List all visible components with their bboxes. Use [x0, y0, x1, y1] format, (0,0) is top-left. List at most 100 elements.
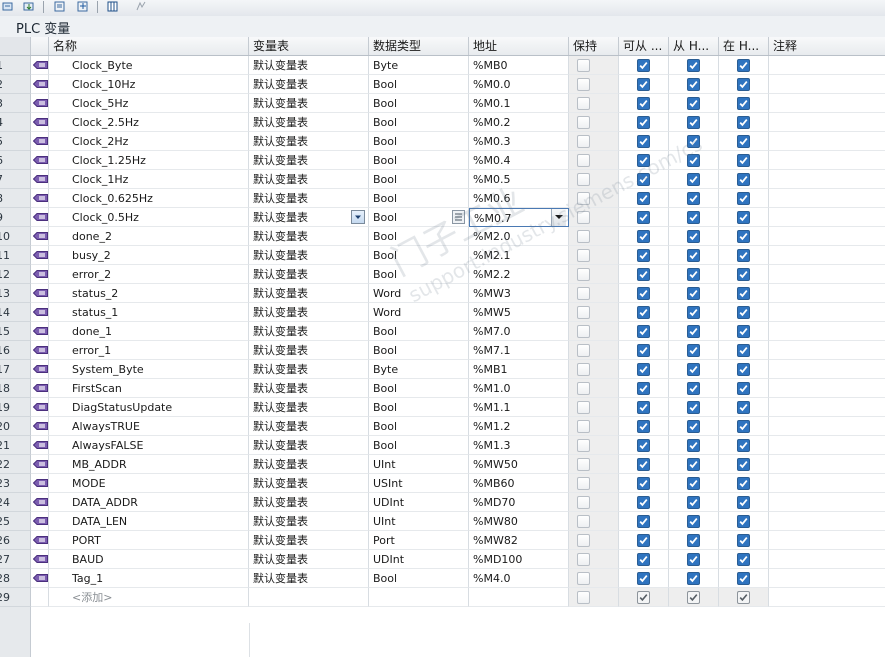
accessible-checkbox[interactable] [637, 344, 650, 357]
writable-checkbox[interactable] [687, 78, 700, 91]
visible-checkbox[interactable] [737, 78, 750, 91]
table-row[interactable]: 17 System_Byte默认变量表Byte%MB1 [0, 360, 885, 379]
data-type-cell[interactable]: Bool [369, 151, 469, 170]
tag-table-cell[interactable]: 默认变量表 [249, 322, 369, 341]
header-comment[interactable]: 注释 [769, 37, 885, 55]
add-tag-icon[interactable] [1, 0, 15, 12]
comment-cell[interactable] [769, 265, 885, 284]
tag-table-cell[interactable]: 默认变量表 [249, 227, 369, 246]
visible-checkbox[interactable] [737, 230, 750, 243]
comment-cell[interactable] [769, 246, 885, 265]
tag-name[interactable]: Clock_1Hz [49, 170, 249, 189]
visible-checkbox[interactable] [737, 477, 750, 490]
data-type-cell[interactable]: UDInt [369, 493, 469, 512]
tag-table-cell[interactable]: 默认变量表 [249, 360, 369, 379]
retain-checkbox[interactable] [577, 192, 590, 205]
address-cell[interactable]: %M0.3 [469, 132, 569, 151]
writable-checkbox[interactable] [687, 173, 700, 186]
accessible-checkbox[interactable] [637, 382, 650, 395]
writable-checkbox[interactable] [687, 420, 700, 433]
comment-cell[interactable] [769, 113, 885, 132]
comment-cell[interactable] [769, 75, 885, 94]
table-row[interactable]: 11 busy_2默认变量表Bool%M2.1 [0, 246, 885, 265]
retain-checkbox[interactable] [577, 306, 590, 319]
retain-checkbox[interactable] [577, 325, 590, 338]
tag-name[interactable]: Clock_5Hz [49, 94, 249, 113]
data-type-cell[interactable]: Port [369, 531, 469, 550]
accessible-checkbox[interactable] [637, 401, 650, 414]
header-retain[interactable]: 保持 [569, 37, 619, 55]
data-type-cell[interactable]: Bool [369, 75, 469, 94]
header-address[interactable]: 地址 [469, 37, 569, 55]
header-accessible[interactable]: 可从 ... [619, 37, 669, 55]
visible-checkbox[interactable] [737, 192, 750, 205]
visible-checkbox[interactable] [737, 116, 750, 129]
accessible-checkbox[interactable] [637, 477, 650, 490]
retain-checkbox[interactable] [577, 287, 590, 300]
tag-name[interactable]: Tag_1 [49, 569, 249, 588]
visible-checkbox[interactable] [737, 268, 750, 281]
accessible-checkbox[interactable] [637, 230, 650, 243]
address-cell[interactable]: %MW80 [469, 512, 569, 531]
tag-table-dropdown-button[interactable] [351, 210, 365, 224]
comment-cell[interactable] [769, 94, 885, 113]
table-row[interactable]: 26 PORT默认变量表Port%MW82 [0, 531, 885, 550]
retain-checkbox[interactable] [577, 173, 590, 186]
address-cell[interactable]: %M1.2 [469, 417, 569, 436]
tag-table-cell[interactable]: 默认变量表 [249, 398, 369, 417]
table-row[interactable]: 5 Clock_2Hz默认变量表Bool%M0.3 [0, 132, 885, 151]
data-type-cell[interactable]: Bool [369, 265, 469, 284]
visible-checkbox[interactable] [737, 325, 750, 338]
address-cell[interactable]: %MB60 [469, 474, 569, 493]
comment-cell[interactable] [769, 303, 885, 322]
tag-table-cell[interactable]: 默认变量表 [249, 474, 369, 493]
data-type-cell[interactable]: Bool [369, 94, 469, 113]
retain-checkbox[interactable] [577, 572, 590, 585]
header-data-type[interactable]: 数据类型 [369, 37, 469, 55]
accessible-checkbox[interactable] [637, 515, 650, 528]
tag-name[interactable]: Clock_10Hz [49, 75, 249, 94]
tag-name[interactable]: Clock_2.5Hz [49, 113, 249, 132]
address-cell[interactable]: %MB0 [469, 56, 569, 75]
data-type-cell[interactable]: Word [369, 303, 469, 322]
writable-checkbox[interactable] [687, 230, 700, 243]
tag-table-cell[interactable]: 默认变量表 [249, 75, 369, 94]
visible-checkbox[interactable] [737, 344, 750, 357]
writable-checkbox[interactable] [687, 306, 700, 319]
data-type-cell[interactable]: Bool [369, 227, 469, 246]
accessible-checkbox[interactable] [637, 249, 650, 262]
comment-cell[interactable] [769, 341, 885, 360]
tag-table-cell[interactable]: 默认变量表 [249, 151, 369, 170]
add-tag-placeholder[interactable]: <添加> [49, 588, 249, 607]
tag-name[interactable]: done_2 [49, 227, 249, 246]
table-row[interactable]: 14 status_1默认变量表Word%MW5 [0, 303, 885, 322]
accessible-checkbox[interactable] [637, 572, 650, 585]
tag-name[interactable]: Clock_0.625Hz [49, 189, 249, 208]
accessible-checkbox[interactable] [637, 439, 650, 452]
address-cell[interactable]: %M0.0 [469, 75, 569, 94]
visible-checkbox[interactable] [737, 363, 750, 376]
writable-checkbox[interactable] [687, 135, 700, 148]
writable-checkbox[interactable] [687, 325, 700, 338]
writable-checkbox[interactable] [687, 553, 700, 566]
data-type-cell[interactable]: Bool [369, 246, 469, 265]
tag-name[interactable]: AlwaysTRUE [49, 417, 249, 436]
tag-table-cell[interactable]: 默认变量表 [249, 493, 369, 512]
writable-checkbox[interactable] [687, 363, 700, 376]
table-row[interactable]: 21 AlwaysFALSE默认变量表Bool%M1.3 [0, 436, 885, 455]
accessible-checkbox[interactable] [637, 59, 650, 72]
comment-cell[interactable] [769, 189, 885, 208]
visible-checkbox[interactable] [737, 154, 750, 167]
address-cell[interactable]: %M0.2 [469, 113, 569, 132]
accessible-checkbox[interactable] [637, 496, 650, 509]
table-row[interactable]: 22 MB_ADDR默认变量表UInt%MW50 [0, 455, 885, 474]
comment-cell[interactable] [769, 512, 885, 531]
visible-checkbox[interactable] [737, 97, 750, 110]
header-tag-table[interactable]: 变量表 [249, 37, 369, 55]
tag-name[interactable]: BAUD [49, 550, 249, 569]
writable-checkbox[interactable] [687, 477, 700, 490]
writable-checkbox[interactable] [687, 287, 700, 300]
accessible-checkbox[interactable] [637, 116, 650, 129]
data-type-cell[interactable]: Bool [369, 341, 469, 360]
monitor-icon[interactable] [134, 0, 148, 12]
